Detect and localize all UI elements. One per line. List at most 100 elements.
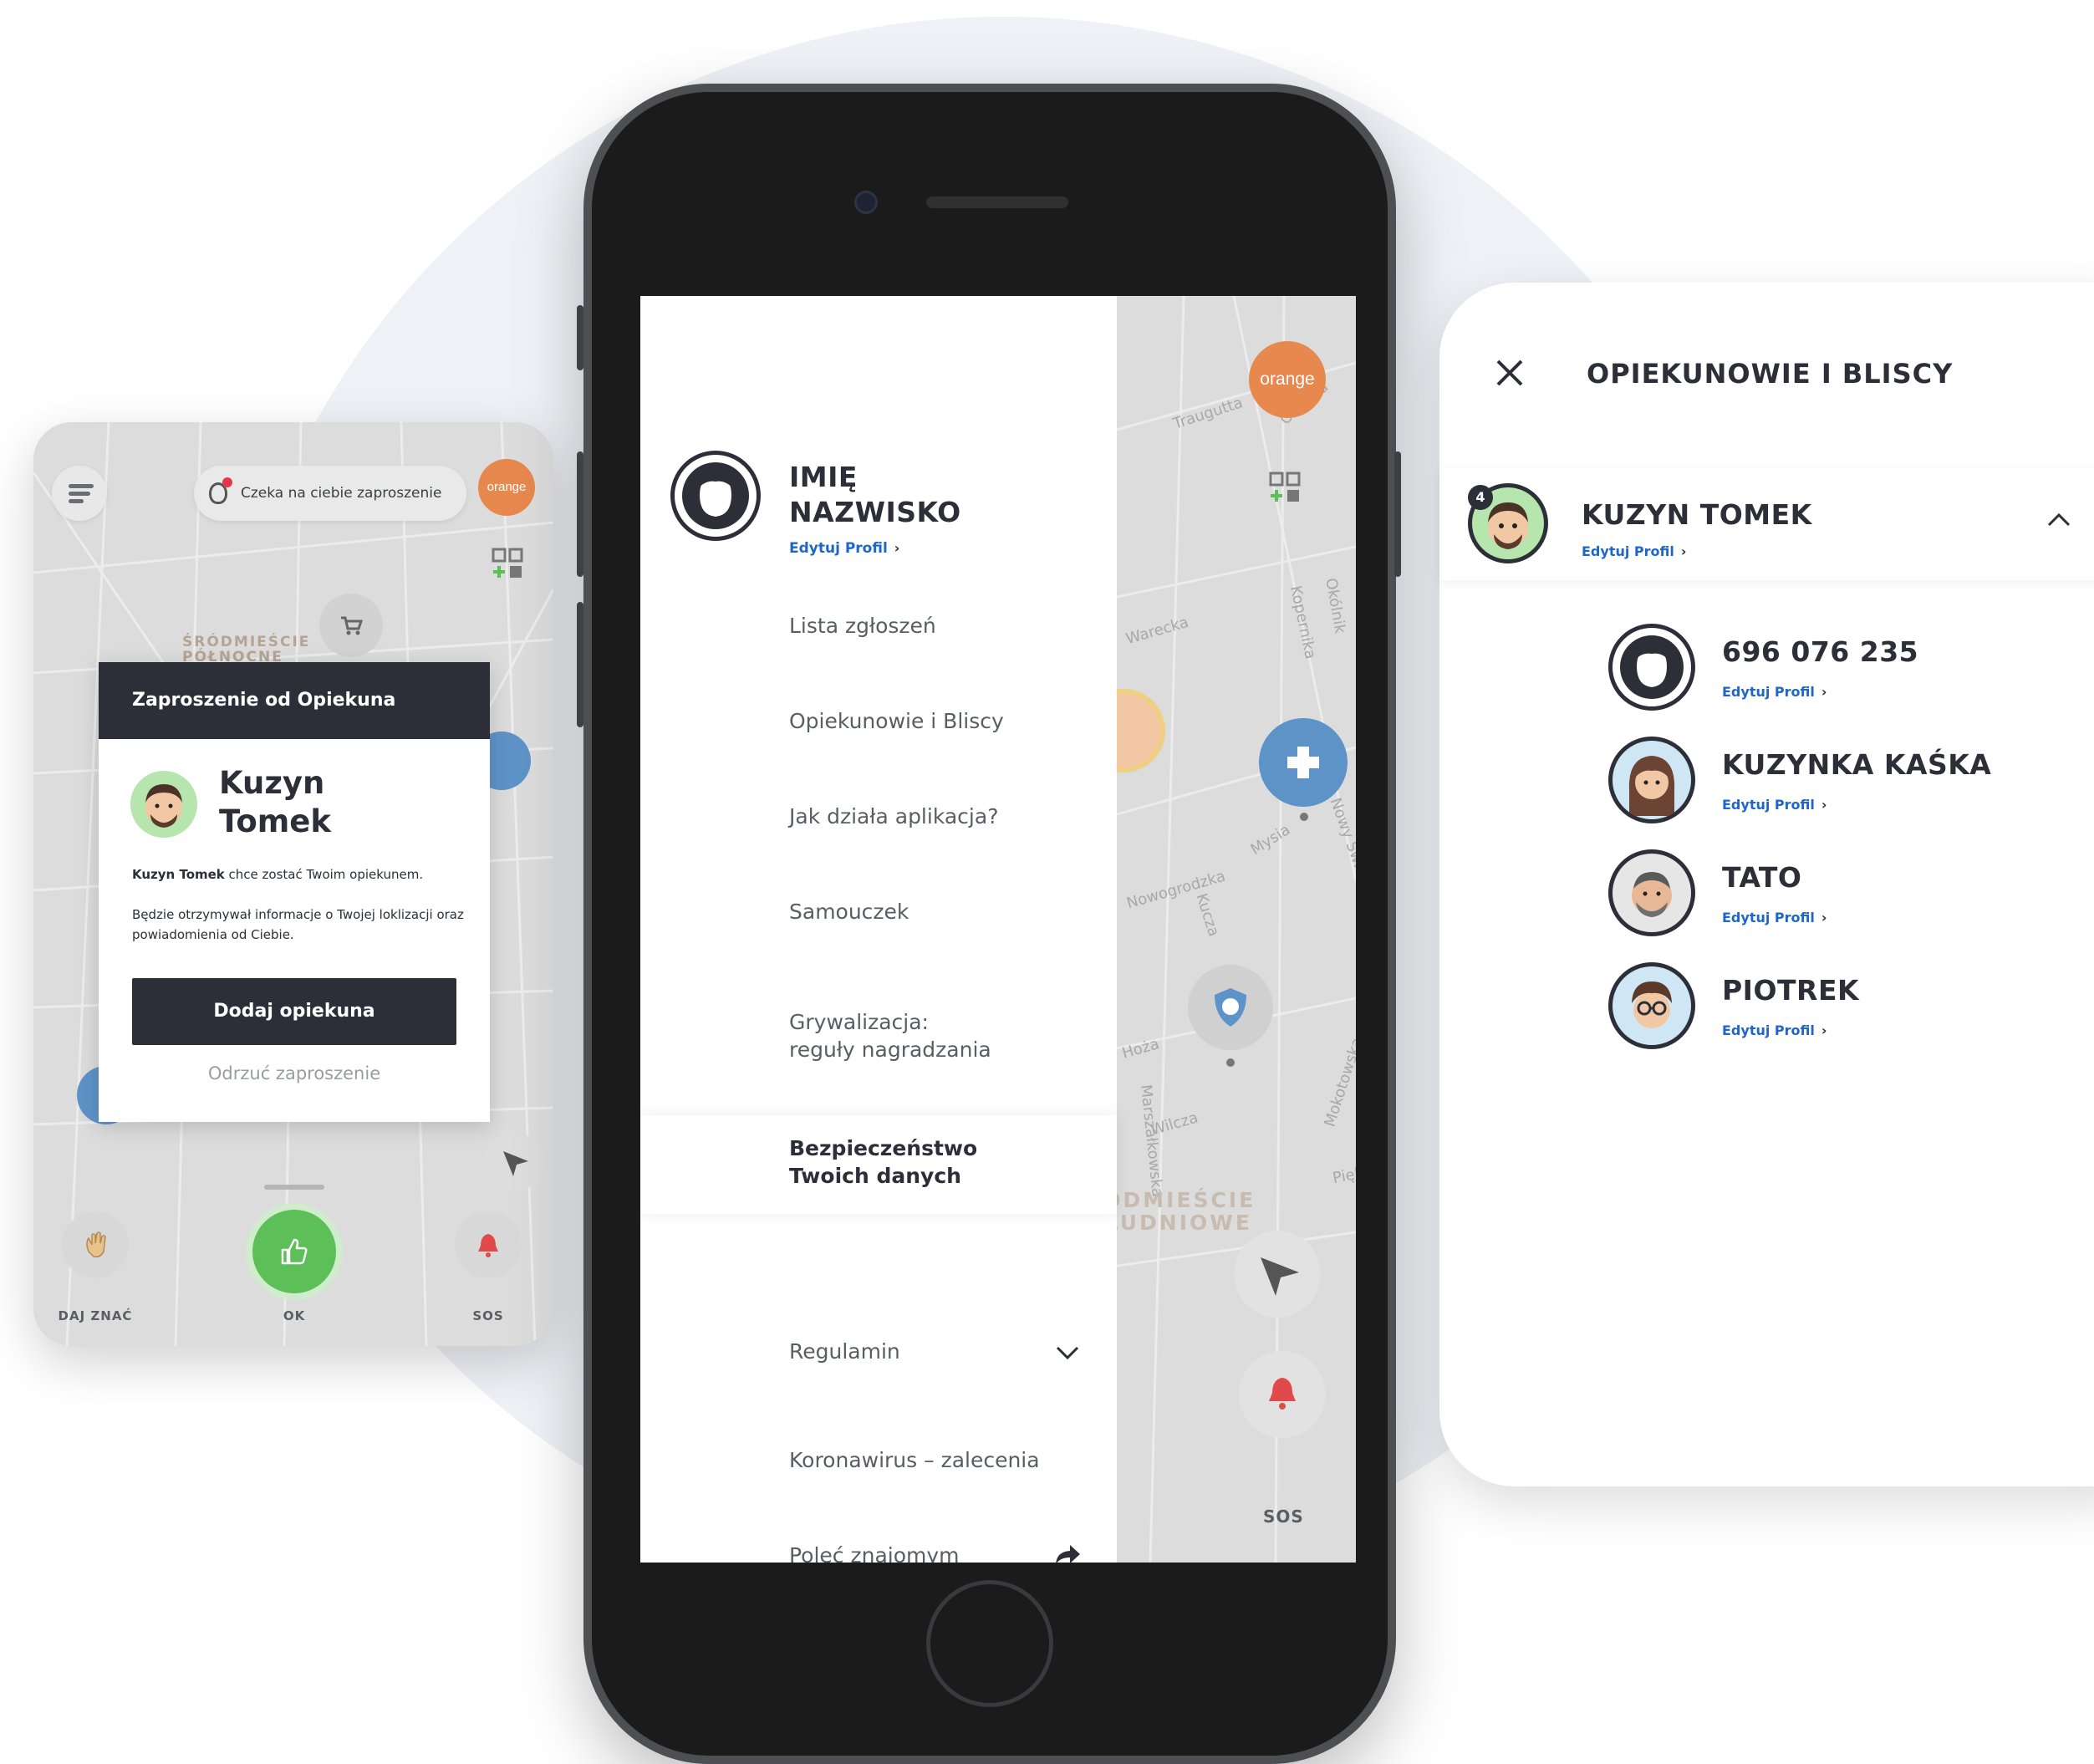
guardians-panel: OPIEKUNOWIE I BLISCY 4 KUZYN TOMEK Edytu…	[1439, 283, 2094, 1486]
menu-item-grywalizacja[interactable]: Grywalizacja: reguły nagradzania	[789, 1008, 991, 1063]
menu-item-samouczek[interactable]: Samouczek	[789, 898, 909, 925]
orange-logo-badge: orange	[478, 459, 535, 516]
user-silhouette-icon	[1620, 635, 1684, 699]
daj-znac-button[interactable]	[62, 1211, 129, 1278]
member-count-badge: 4	[1468, 485, 1493, 510]
invitation-text-name: Kuzyn Tomek	[132, 867, 225, 882]
invitation-text-rest: chce zostać Twoim opiekunem.	[224, 867, 424, 882]
member-avatar	[1608, 737, 1695, 823]
menu-item-opiekunowie[interactable]: Opiekunowie i Bliscy	[789, 707, 1004, 735]
invitation-details: Będzie otrzymywał informacje o Twojej lo…	[132, 907, 464, 942]
menu-item-koronawirus[interactable]: Koronawirus – zalecenia	[789, 1446, 1040, 1474]
profile-avatar[interactable]	[670, 451, 761, 541]
edit-profile-link[interactable]: Edytuj Profil ›	[1722, 1022, 1827, 1038]
chevron-right-icon: ›	[894, 540, 900, 556]
daj-znac-label: DAJ ZNAĆ	[58, 1308, 133, 1323]
menu-item-regulamin[interactable]: Regulamin	[789, 1338, 900, 1365]
chevron-right-icon: ›	[1821, 797, 1827, 813]
invitation-pill[interactable]: Czeka na ciebie zaproszenie	[194, 466, 466, 521]
panel-title: OPIEKUNOWIE I BLISCY	[1587, 358, 1954, 390]
chevron-right-icon: ›	[1821, 1022, 1827, 1038]
chevron-right-icon: ›	[1821, 910, 1827, 925]
member-avatar	[1608, 849, 1695, 936]
district-label: ŚRÓDMIEŚCIE POŁUDNIOWE	[1067, 1189, 1256, 1234]
edit-profile-link[interactable]: Edytuj Profil ›	[1722, 684, 1827, 700]
close-icon[interactable]	[1493, 356, 1526, 390]
share-arrow-icon[interactable]	[1053, 1542, 1082, 1563]
center-phone: Traugutta Warecka Kopernika Nowogrodzka …	[577, 84, 1401, 1764]
edit-profile-label: Edytuj Profil	[1722, 684, 1815, 700]
sheet-handle[interactable]	[264, 1185, 324, 1190]
navigation-arrow-icon	[1261, 1257, 1299, 1296]
member-row[interactable]: KUZYNKA KAŚKA Edytuj Profil ›	[1608, 737, 2094, 828]
menu-button[interactable]	[52, 466, 107, 521]
chevron-down-icon[interactable]	[1055, 1344, 1080, 1361]
member-name: TATO	[1722, 861, 1802, 894]
modal-title: Zaproszenie od Opiekuna	[99, 662, 490, 739]
orange-logo-badge: orange	[1249, 341, 1326, 418]
notification-dot	[222, 477, 232, 487]
navigation-arrow-icon	[503, 1151, 528, 1176]
pin-dot	[1300, 813, 1308, 821]
chevron-up-icon[interactable]	[2046, 512, 2071, 528]
district-text: ŚRÓDMIEŚCIE PÓŁNOCNE	[182, 634, 311, 665]
medical-cross-button[interactable]	[1259, 718, 1348, 807]
police-badge-icon	[1215, 988, 1246, 1027]
guardian-name: Kuzyn Tomek	[219, 765, 331, 839]
hand-wave-icon	[86, 1231, 106, 1258]
thumbs-up-icon	[281, 1238, 308, 1265]
sos-label: SOS	[472, 1308, 504, 1323]
member-avatar	[1608, 962, 1695, 1049]
add-guardian-button[interactable]: Dodaj opiekuna	[132, 978, 456, 1045]
sos-button[interactable]	[455, 1211, 522, 1278]
edit-profile-label: Edytuj Profil	[1582, 543, 1674, 559]
medical-cross-icon	[1287, 747, 1319, 778]
menu-item-lista-zgloszen[interactable]: Lista zgłoszeń	[789, 612, 936, 640]
menu-item-bezpieczenstwo-label: Bezpieczeństwo Twoich danych	[789, 1136, 978, 1188]
invitation-text: Kuzyn Tomek chce zostać Twoim opiekunem.	[132, 865, 466, 884]
chevron-right-icon: ›	[1821, 684, 1827, 700]
member-row[interactable]: 696 076 235 Edytuj Profil ›	[1608, 624, 2094, 716]
menu-item-grywalizacja-label: Grywalizacja: reguły nagradzania	[789, 1010, 991, 1062]
menu-item-polec-znajomym[interactable]: Poleć znajomym	[789, 1542, 960, 1563]
cart-button[interactable]	[319, 594, 383, 657]
user-silhouette-icon	[682, 462, 749, 529]
edit-profile-link[interactable]: Edytuj Profil ›	[789, 540, 899, 557]
menu-item-bezpieczenstwo[interactable]: Bezpieczeństwo Twoich danych	[789, 1134, 977, 1190]
member-row[interactable]: PIOTREK Edytuj Profil ›	[1608, 962, 2094, 1054]
member-row[interactable]: TATO Edytuj Profil ›	[1608, 849, 2094, 941]
edit-profile-label: Edytuj Profil	[1722, 910, 1815, 925]
mute-switch	[577, 305, 583, 370]
menu-icon	[69, 499, 84, 503]
volume-up-button	[577, 451, 583, 577]
ok-label: OK	[283, 1308, 306, 1323]
sos-label: SOS	[1263, 1507, 1304, 1527]
memoji-man-icon	[1632, 872, 1672, 917]
edit-profile-link[interactable]: Edytuj Profil ›	[1722, 910, 1827, 925]
orange-logo-text: orange	[1260, 370, 1315, 389]
reject-invitation-button[interactable]: Odrzuć zaproszenie	[132, 1063, 456, 1083]
qr-add-icon[interactable]	[492, 548, 525, 581]
ok-button[interactable]	[246, 1203, 343, 1300]
member-name: 696 076 235	[1722, 635, 1919, 668]
edit-profile-label: Edytuj Profil	[1722, 1022, 1815, 1038]
guardian-group-row[interactable]: 4 KUZYN TOMEK Edytuj Profil ›	[1439, 468, 2094, 580]
bell-icon	[1269, 1378, 1296, 1410]
edit-profile-link[interactable]: Edytuj Profil ›	[1582, 543, 1686, 559]
pin-dot	[1226, 1058, 1235, 1067]
sos-button[interactable]	[1239, 1351, 1326, 1438]
police-button[interactable]	[1188, 965, 1273, 1050]
profile-name: IMIĘ NAZWISKO	[789, 460, 961, 530]
qr-add-icon[interactable]	[1269, 472, 1302, 505]
side-drawer-menu: IMIĘ NAZWISKO Edytuj Profil › Lista zgłos…	[640, 296, 1117, 1563]
power-button	[1394, 451, 1401, 577]
menu-item-jak-dziala[interactable]: Jak działa aplikacja?	[789, 803, 998, 830]
edit-profile-link[interactable]: Edytuj Profil ›	[1722, 797, 1827, 813]
chevron-right-icon: ›	[1680, 543, 1687, 559]
memoji-boy-glasses-icon	[1632, 981, 1672, 1028]
invitation-modal: Zaproszenie od Opiekuna Kuzyn Tomek Kuzy…	[99, 662, 490, 1122]
volume-down-button	[577, 602, 583, 727]
home-button[interactable]	[926, 1580, 1053, 1707]
navigate-button[interactable]	[485, 1133, 543, 1191]
navigate-button[interactable]	[1234, 1231, 1321, 1318]
